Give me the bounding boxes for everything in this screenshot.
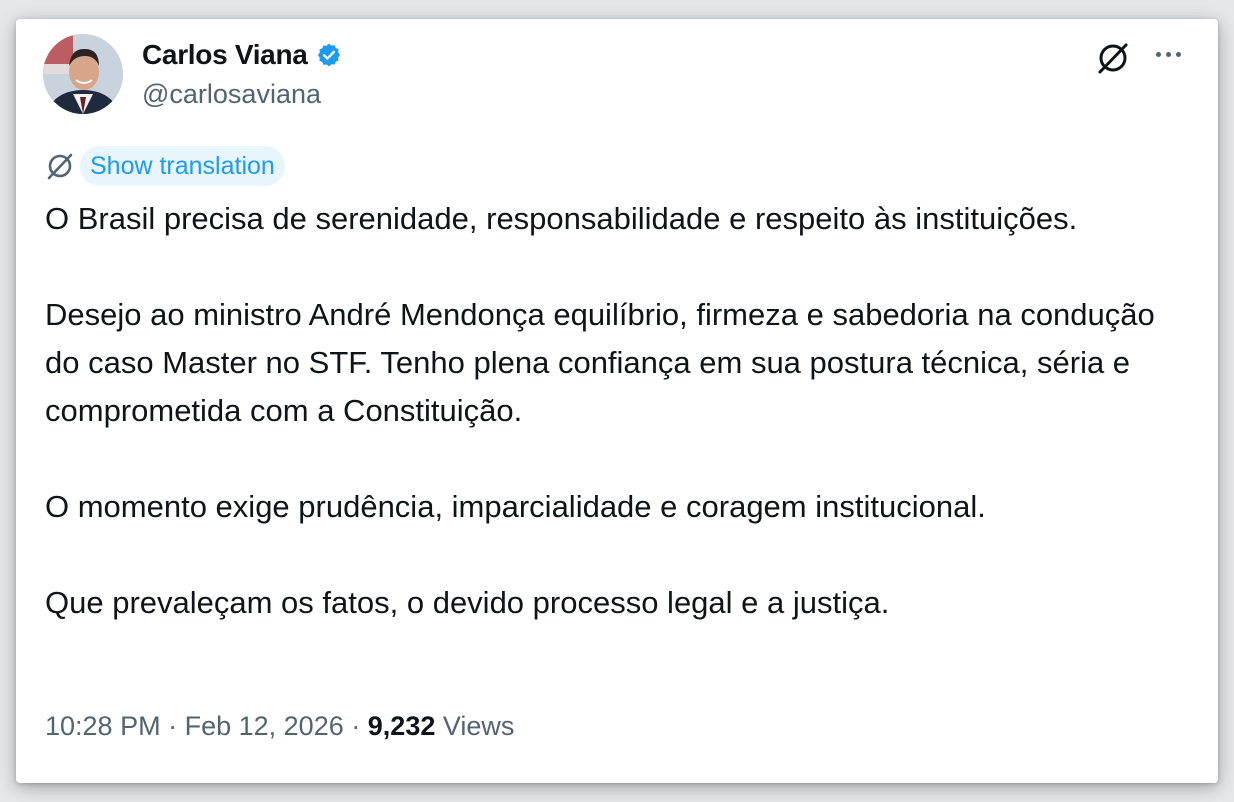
grok-icon[interactable] <box>1094 39 1132 77</box>
author-display-name[interactable]: Carlos Viana <box>142 39 308 71</box>
tweet-paragraph: Que prevaleçam os fatos, o devido proces… <box>45 585 890 620</box>
show-translation-button[interactable]: Show translation <box>80 146 285 186</box>
author-handle[interactable]: @carlosaviana <box>142 79 321 110</box>
separator: · <box>168 711 178 741</box>
translation-row: Show translation <box>44 146 285 186</box>
grok-icon <box>44 150 76 182</box>
tweet-text: O Brasil precisa de serenidade, responsa… <box>45 195 1195 627</box>
tweet-paragraph: O Brasil precisa de serenidade, responsa… <box>45 201 1078 236</box>
separator: · <box>351 711 361 741</box>
tweet-paragraph: O momento exige prudência, imparcialidad… <box>45 489 986 524</box>
tweet-card: Carlos Viana @carlosaviana Show translat… <box>16 19 1218 783</box>
more-options-icon[interactable] <box>1149 39 1187 69</box>
tweet-metadata: 10:28 PM · Feb 12, 2026 · 9,232 Views <box>45 711 514 742</box>
avatar[interactable] <box>43 34 123 114</box>
views-label: Views <box>442 711 515 741</box>
tweet-time[interactable]: 10:28 PM <box>45 711 161 741</box>
tweet-paragraph: Desejo ao ministro André Mendonça equilí… <box>45 297 1155 428</box>
tweet-date[interactable]: Feb 12, 2026 <box>185 711 344 741</box>
verified-badge-icon[interactable] <box>316 42 342 68</box>
views-count: 9,232 <box>367 711 436 741</box>
